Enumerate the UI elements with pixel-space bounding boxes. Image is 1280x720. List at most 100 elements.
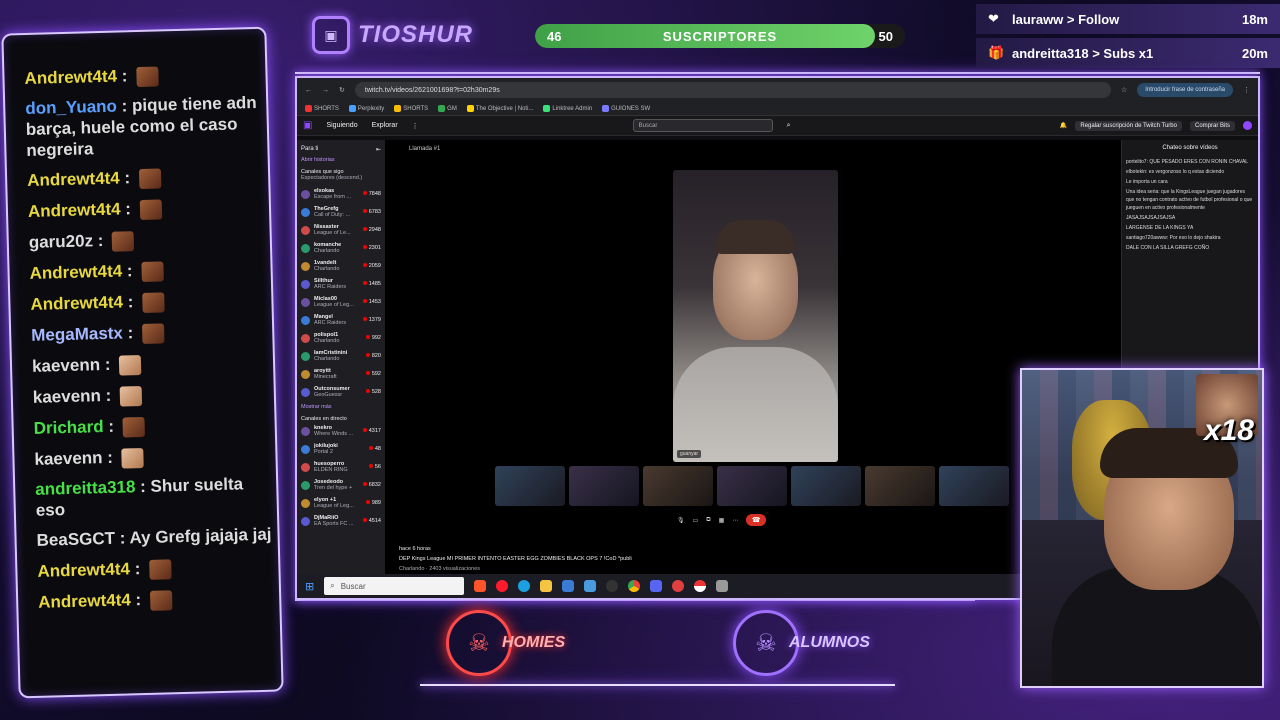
back-icon[interactable]: ← [305,87,312,94]
more-icon[interactable]: ⋮ [412,122,419,130]
viewer-count: 7848 [362,191,381,197]
bookmark-item[interactable]: GUIONES SW [602,104,651,113]
show-more-link[interactable]: Mostrar más [301,404,381,410]
sidebar-channel[interactable]: DjMaRiiO EA Sports FC ... 4514 [301,512,381,530]
channel-game: EA Sports FC ... [314,521,354,527]
buy-bits-button[interactable]: Comprar Bits [1189,120,1235,131]
sidebar-channel[interactable]: Outconsumer GeoGuessr 528 [301,383,381,401]
gift-sub-button[interactable]: Regalar suscripción de Twitch Turbo [1075,120,1182,131]
video-player[interactable]: Llamada #1 guanyar 🎙 ▭ ⧉ ▦ ⋯ ☎ hace 6 ho… [385,140,1125,574]
sidebar-channel[interactable]: huesoperro ELDEN RING 56 [301,458,381,476]
live-dot-icon [362,227,367,231]
sidebar-channel[interactable]: Josedeodo Tren del hype + 6832 [301,476,381,494]
alumnos-badge: ☠ ALUMNOS [733,610,870,676]
reload-icon[interactable]: ↻ [339,86,345,94]
live-list: knekro Where Winds ... 4317 jokilujoki Porta… [301,422,381,530]
store-icon[interactable] [562,580,575,592]
nav-following[interactable]: Siguiendo [326,122,357,129]
bookmark-item[interactable]: SHORTS [305,104,339,112]
taskbar-search[interactable]: ⌕ Buscar [324,577,465,595]
sidebar-channel[interactable]: elyon +1 League of Leg... 989 [301,494,381,512]
participant-tile[interactable] [939,466,1009,506]
participant-tile[interactable] [643,466,713,506]
bookmark-item[interactable]: Perplexity [348,104,384,112]
sidebar-channel[interactable]: Miclas00 League of Leg... 1453 [301,293,381,311]
channel-avatar [301,369,310,379]
bookmark-label: GUIONES SW [611,106,651,113]
neon-line-bottom [420,684,895,686]
brave-icon[interactable] [474,580,487,592]
avatar[interactable] [1243,121,1252,130]
camera-icon[interactable]: ▭ [693,517,699,524]
bookmark-item[interactable]: Linktree Admin [543,104,592,112]
main-video-tile[interactable]: guanyar [673,170,838,462]
nav-explore[interactable]: Explorar [372,122,398,129]
channel-avatar [301,387,310,397]
edge-icon[interactable] [518,580,531,592]
chrome-icon[interactable] [628,580,641,592]
participant-tile[interactable] [569,466,639,506]
windows-start-icon[interactable]: ⊞ [305,580,314,593]
bookmark-label: The Objective | Noti... [475,106,534,113]
screen-share-icon[interactable]: ⧉ [706,517,710,524]
search-icon[interactable]: ⌕ [787,122,791,130]
participant-tile[interactable] [717,466,787,506]
bookmark-item[interactable]: SHORTS [394,104,429,113]
address-bar[interactable]: twitch.tv/videos/2621001698?t=02h30m29s [354,82,1111,98]
participant-tile[interactable] [865,466,935,506]
grid-icon[interactable]: ▦ [719,517,725,524]
sidebar-channel[interactable]: 1vandelt Charlando 2059 [301,257,381,275]
sidebar-channel[interactable]: Sillthur ARC Raiders 1485 [301,275,381,293]
live-dot-icon [362,428,367,432]
live-dot-icon [365,500,370,504]
app-icon[interactable] [584,580,597,592]
sidebar-channel[interactable]: aroyitt Minecraft 592 [301,365,381,383]
more-options-icon[interactable]: ⋯ [732,517,738,524]
participant-tile[interactable] [495,466,565,506]
video-meta: Charlando · 2403 visualizaciones [399,566,481,572]
folder-icon[interactable] [540,580,553,592]
channel-avatar [301,225,310,235]
chat-message: andreitta318 : Shur suelta eso [35,469,271,525]
pokeball-icon[interactable] [694,580,707,592]
viewer-count-value: 6832 [368,482,381,488]
sidebar-channel[interactable]: Mangel ARC Raiders 1379 [301,311,381,329]
forward-icon[interactable]: → [322,87,329,94]
viewer-count: 1485 [362,281,381,287]
twitch-icon[interactable]: ▣ [303,120,312,131]
obs-icon[interactable] [606,580,619,592]
sidebar-channel[interactable]: knekro Where Winds ... 4317 [301,422,381,440]
bookmark-item[interactable]: GM [438,104,457,112]
hangup-button[interactable]: ☎ [746,514,767,526]
password-prompt[interactable]: Introducir frase de contraseña [1137,83,1233,97]
bookmark-icon [305,104,312,112]
sidebar-channel[interactable]: IamCristinini Charlando 820 [301,347,381,365]
star-icon[interactable]: ☆ [1121,86,1127,94]
open-stories-link[interactable]: Abrir historias [301,157,381,163]
twitch-search-input[interactable]: Buscar [632,119,773,132]
bookmark-label: SHORTS [403,106,429,113]
mic-icon[interactable]: 🎙 [677,517,685,524]
viewer-count: 820 [365,353,381,359]
opera-icon[interactable] [496,580,509,592]
app-icon-red[interactable] [672,580,685,592]
collapse-icon[interactable]: ⇤ [376,146,381,153]
menu-icon[interactable]: ⋮ [1243,86,1250,94]
viewer-count: 4514 [362,518,381,524]
sidebar-channel[interactable]: elxokas Escape from ... 7848 [301,185,381,203]
sidebar-channel[interactable]: TheGrefg Call of Duty: ... 6783 [301,203,381,221]
notifications-icon[interactable]: 🔔 [1060,122,1067,129]
sidebar-channel[interactable]: polispol1 Charlando 992 [301,329,381,347]
participant-tile[interactable] [791,466,861,506]
live-dot-icon [362,281,367,285]
app-icon-gray[interactable] [716,580,729,592]
sidebar-channel[interactable]: jokilujoki Portal 2 48 [301,440,381,458]
bookmark-item[interactable]: The Objective | Noti... [466,104,534,113]
channel-info: 1vandelt Charlando [314,260,363,272]
sidebar-channel[interactable]: komanche Charlando 2301 [301,239,381,257]
viewer-count-value: 2301 [368,245,381,251]
channel-avatar [301,351,310,361]
sidebar-channel[interactable]: Nissaxter League of Le... 2948 [301,221,381,239]
channel-avatar [301,243,310,253]
discord-icon[interactable] [650,580,663,592]
